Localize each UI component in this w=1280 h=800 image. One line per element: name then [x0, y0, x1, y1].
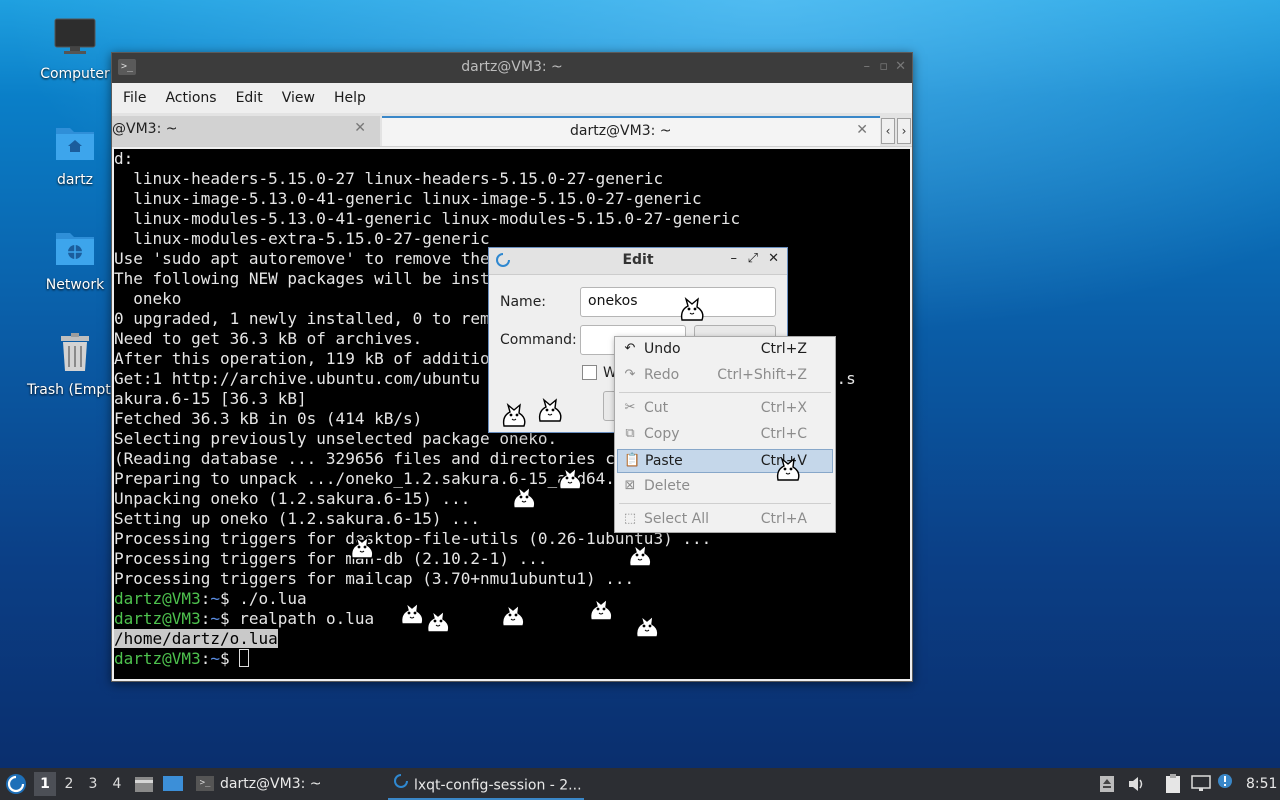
terminal-icon: >_ [196, 775, 214, 791]
tab-bar: @VM3: ~ ✕ dartz@VM3: ~ ✕ ‹ › [112, 113, 912, 147]
desktop-icon-label: dartz [56, 172, 94, 188]
minimize-icon[interactable]: – [731, 251, 738, 266]
neko-cat-sprite [585, 592, 617, 624]
delete-icon: ⊠ [624, 478, 636, 493]
network-icon[interactable] [1191, 768, 1211, 800]
workspace-3[interactable]: 3 [82, 772, 104, 796]
tab-label: @VM3: ~ [112, 121, 178, 137]
clipboard-icon[interactable] [1164, 768, 1182, 800]
neko-cat-sprite [498, 398, 530, 430]
menu-separator [619, 503, 831, 504]
menu-item-cut[interactable]: ✂ Cut Ctrl+X [617, 397, 833, 421]
checkbox[interactable] [582, 365, 597, 380]
chevron-left-icon[interactable]: ‹ [881, 118, 895, 144]
computer-icon [27, 18, 123, 60]
network-folder-icon [27, 227, 123, 271]
command-label: Command: [500, 332, 577, 348]
terminal-line: Processing triggers for mailcap (3.70+nm… [114, 569, 635, 588]
desktop-icon-trash[interactable]: Trash (Empty) [27, 332, 125, 398]
text-cursor [239, 649, 250, 667]
tab-close-icon[interactable]: ✕ [856, 122, 868, 138]
home-folder-icon [27, 122, 123, 166]
menu-edit[interactable]: Edit [229, 90, 270, 106]
volume-icon[interactable] [1127, 768, 1145, 800]
context-menu: ↶ Undo Ctrl+Z ↷ Redo Ctrl+Shift+Z ✂ Cut … [614, 336, 836, 533]
workspace-1[interactable]: 1 [34, 772, 56, 796]
trash-icon [27, 332, 123, 376]
menu-item-undo[interactable]: ↶ Undo Ctrl+Z [617, 338, 833, 362]
window-titlebar[interactable]: >_ dartz@VM3: ~ – ▫ ✕ [112, 53, 912, 83]
tab-active[interactable]: dartz@VM3: ~ ✕ [382, 116, 880, 146]
clock[interactable]: 8:51 [1246, 768, 1277, 800]
prompt-line: dartz@VM3:~$ [114, 649, 910, 669]
lxqt-menu-icon[interactable] [5, 768, 27, 800]
terminal-line: linux-headers-5.15.0-27 linux-headers-5.… [114, 169, 664, 188]
notification-icon[interactable] [1217, 768, 1233, 800]
terminal-line: linux-image-5.13.0-41-generic linux-imag… [114, 189, 702, 208]
desktop-icon-label: Trash (Empty) [27, 382, 125, 398]
menu-help[interactable]: Help [327, 90, 373, 106]
tab-inactive[interactable]: @VM3: ~ ✕ [112, 116, 380, 146]
menu-item-redo[interactable]: ↷ Redo Ctrl+Shift+Z [617, 364, 833, 388]
neko-cat-sprite [676, 292, 708, 324]
tab-label: dartz@VM3: ~ [570, 123, 672, 139]
name-label: Name: [500, 294, 547, 310]
close-icon[interactable]: ✕ [768, 251, 779, 266]
neko-cat-sprite [346, 530, 378, 562]
menu-separator [619, 392, 831, 393]
neko-cat-sprite [624, 538, 656, 570]
menu-actions[interactable]: Actions [158, 90, 223, 106]
neko-cat-sprite [772, 452, 804, 484]
terminal-line: d: [114, 149, 134, 168]
task-lxqt-config-session[interactable]: lxqt-config-session - 2... [388, 768, 584, 800]
output-line: /home/dartz/o.lua [114, 629, 278, 648]
terminal-line: linux-modules-5.13.0-41-generic linux-mo… [114, 209, 741, 228]
file-manager-icon[interactable] [134, 768, 154, 800]
maximize-icon[interactable]: ⤢ [748, 251, 758, 266]
dialog-title: Edit [622, 252, 654, 268]
select-all-icon: ⬚ [623, 511, 637, 526]
dialog-titlebar[interactable]: Edit – ⤢ ✕ [489, 248, 787, 275]
copy-icon: ⧉ [625, 426, 635, 441]
workspace-2[interactable]: 2 [58, 772, 80, 796]
window-title: dartz@VM3: ~ [461, 59, 563, 75]
lxqt-icon [394, 768, 408, 800]
redo-icon: ↷ [624, 367, 636, 382]
desktop-icon-home[interactable]: dartz [27, 122, 123, 188]
task-label: dartz@VM3: ~ [220, 776, 322, 792]
neko-cat-sprite [508, 480, 540, 512]
desktop-icon-computer[interactable]: Computer [27, 18, 123, 82]
neko-cat-sprite [422, 604, 454, 636]
menu-file[interactable]: File [116, 90, 153, 106]
tab-close-icon[interactable]: ✕ [354, 120, 366, 136]
menu-item-copy[interactable]: ⧉ Copy Ctrl+C [617, 423, 833, 447]
neko-cat-sprite [497, 598, 529, 630]
undo-icon: ↶ [624, 341, 636, 356]
menu-item-select-all[interactable]: ⬚ Select All Ctrl+A [617, 508, 833, 532]
desktop-icon-label: Computer [40, 66, 110, 82]
neko-cat-sprite [534, 393, 566, 425]
terminal-line: Processing triggers for man-db (2.10.2-1… [114, 549, 548, 568]
neko-cat-sprite [631, 609, 663, 641]
terminal-line: linux-modules-extra-5.15.0-27-generic [114, 229, 490, 248]
maximize-icon[interactable]: ▫ [879, 59, 888, 74]
paste-icon: 📋 [624, 453, 641, 468]
menubar: File Actions Edit View Help [112, 83, 912, 113]
cut-icon: ✂ [624, 400, 636, 415]
eject-icon[interactable] [1099, 768, 1115, 800]
workspace-4[interactable]: 4 [106, 772, 128, 796]
desktop-icon-network[interactable]: Network [27, 227, 123, 293]
taskbar: 1 2 3 4 >_ dartz@VM3: ~ lxqt-config-sessi… [0, 768, 1280, 800]
chevron-right-icon[interactable]: › [897, 118, 911, 144]
neko-cat-sprite [554, 461, 586, 493]
desktop-icon[interactable] [162, 768, 184, 800]
task-label: lxqt-config-session - 2... [414, 777, 582, 794]
close-icon[interactable]: ✕ [895, 59, 906, 74]
menu-view[interactable]: View [275, 90, 322, 106]
task-terminal[interactable]: >_ dartz@VM3: ~ [192, 768, 382, 800]
minimize-icon[interactable]: – [864, 59, 871, 74]
desktop-icon-label: Network [45, 277, 105, 293]
